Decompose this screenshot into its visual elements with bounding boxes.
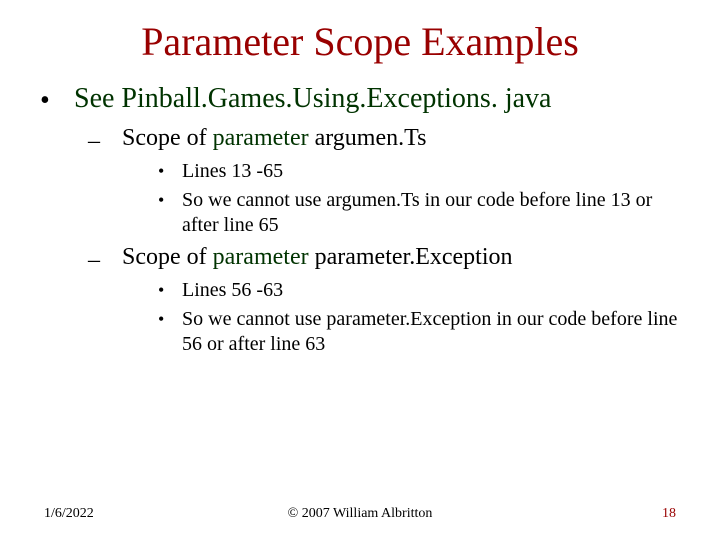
- footer-copyright: © 2007 William Albritton: [0, 506, 720, 522]
- bullet-dot-icon: •: [40, 83, 74, 115]
- bullet-level3: • Lines 13 -65: [158, 159, 680, 184]
- bullet-level3: • So we cannot use parameter.Exception i…: [158, 307, 680, 357]
- parameter-keyword: parameter: [213, 125, 309, 151]
- footer: 1/6/2022 © 2007 William Albritton 18: [0, 506, 720, 522]
- parameter-keyword: parameter: [213, 244, 309, 270]
- bullet-level2: – Scope of parameter argumen.Ts: [88, 125, 680, 153]
- bullet-level2: – Scope of parameter parameter.Exception: [88, 244, 680, 272]
- bullet-dot-icon: •: [158, 188, 182, 209]
- footer-date: 1/6/2022: [44, 506, 94, 522]
- l2-text: Scope of parameter parameter.Exception: [122, 244, 513, 271]
- l3-text: So we cannot use parameter.Exception in …: [182, 307, 680, 357]
- bullet-dash-icon: –: [88, 125, 122, 153]
- slide: Parameter Scope Examples • See Pinball.G…: [0, 0, 720, 540]
- bullet-dot-icon: •: [158, 278, 182, 299]
- bullet-dot-icon: •: [158, 307, 182, 328]
- l3-text: Lines 13 -65: [182, 159, 283, 184]
- bullet-level1: • See Pinball.Games.Using.Exceptions. ja…: [40, 83, 680, 115]
- l2-text: Scope of parameter argumen.Ts: [122, 125, 426, 152]
- l3-text: Lines 56 -63: [182, 278, 283, 303]
- parameter-name: argumen.Ts: [309, 125, 427, 151]
- parameter-name: parameter.Exception: [309, 244, 513, 270]
- footer-page-number: 18: [662, 506, 676, 522]
- scope-of-text: Scope of: [122, 244, 213, 270]
- bullet-level3: • So we cannot use argumen.Ts in our cod…: [158, 188, 680, 238]
- l3-text: So we cannot use argumen.Ts in our code …: [182, 188, 680, 238]
- l1-text: See Pinball.Games.Using.Exceptions. java: [74, 83, 551, 115]
- slide-title: Parameter Scope Examples: [40, 18, 680, 65]
- bullet-dot-icon: •: [158, 159, 182, 180]
- bullet-dash-icon: –: [88, 244, 122, 272]
- scope-of-text: Scope of: [122, 125, 213, 151]
- bullet-level3: • Lines 56 -63: [158, 278, 680, 303]
